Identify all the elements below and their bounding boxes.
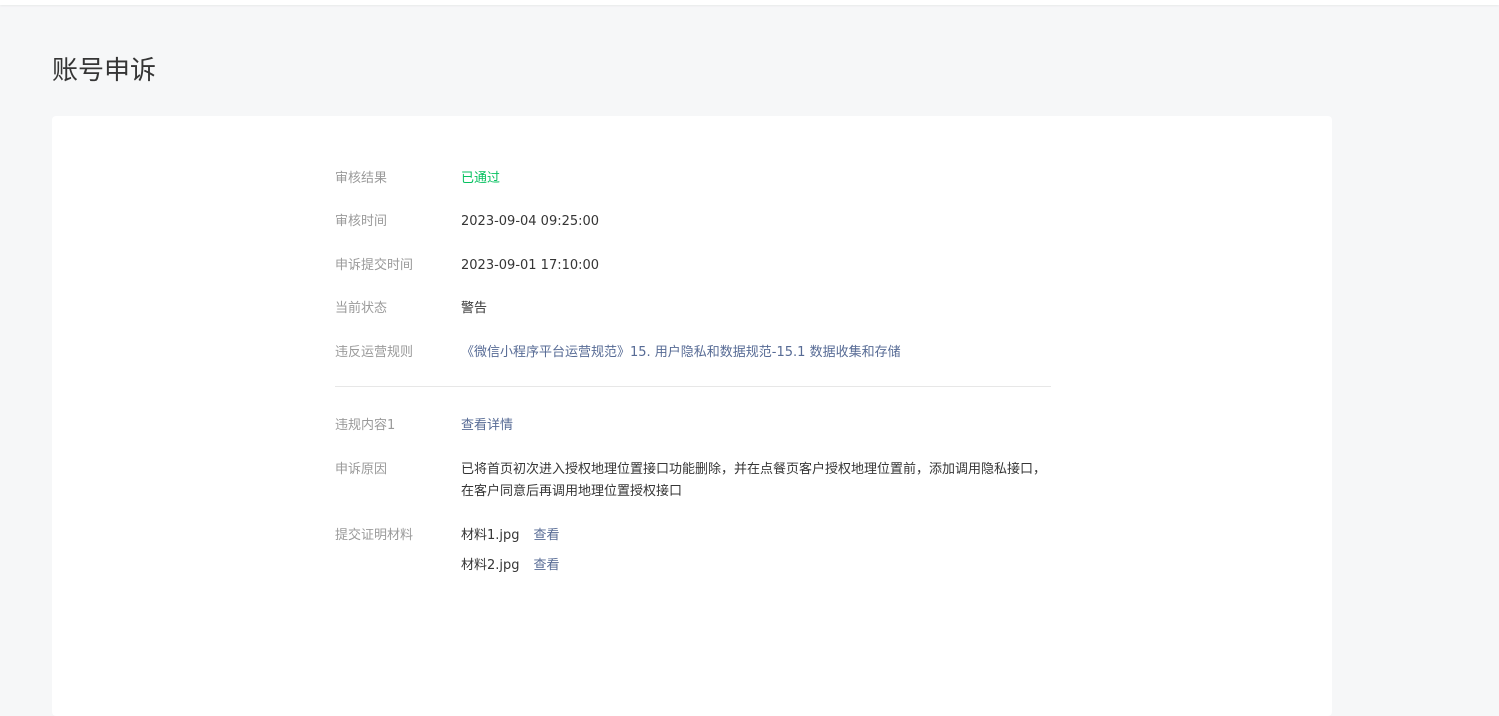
materials-row: 提交证明材料 材料1.jpg 查看 材料2.jpg 查看 [335, 525, 1051, 577]
review-result-label: 审核结果 [335, 171, 388, 186]
review-time-row: 审核时间 2023-09-04 09:25:00 [335, 211, 1051, 233]
violation-content-label: 违规内容1 [335, 418, 396, 433]
appeal-detail-card: 审核结果 已通过 审核时间 2023-09-04 09:25:00 申诉提交时间… [52, 116, 1332, 716]
appeal-reason-value: 已将首页初次进入授权地理位置接口功能删除，并在点餐页客户授权地理位置前，添加调用… [461, 462, 1047, 499]
page-title: 账号申诉 [52, 56, 157, 86]
current-status-value: 警告 [461, 301, 488, 316]
top-bar [0, 0, 1499, 5]
current-status-row: 当前状态 警告 [335, 298, 1051, 320]
violated-rule-row: 违反运营规则 《微信小程序平台运营规范》15. 用户隐私和数据规范-15.1 数… [335, 342, 1051, 364]
materials-list: 材料1.jpg 查看 材料2.jpg 查看 [461, 525, 1051, 577]
material-file-name: 材料1.jpg [461, 528, 520, 543]
appeal-reason-row: 申诉原因 已将首页初次进入授权地理位置接口功能删除，并在点餐页客户授权地理位置前… [335, 459, 1051, 503]
review-result-value: 已通过 [461, 171, 501, 186]
material-file-name: 材料2.jpg [461, 558, 520, 573]
submit-time-label: 申诉提交时间 [335, 258, 414, 273]
material-item: 材料1.jpg 查看 [461, 525, 1051, 547]
material-view-link[interactable]: 查看 [534, 555, 560, 577]
materials-label: 提交证明材料 [335, 528, 414, 543]
violated-rule-link[interactable]: 《微信小程序平台运营规范》15. 用户隐私和数据规范-15.1 数据收集和存储 [461, 342, 1051, 364]
review-time-label: 审核时间 [335, 214, 388, 229]
material-view-link[interactable]: 查看 [534, 525, 560, 547]
review-result-row: 审核结果 已通过 [335, 168, 1051, 190]
appeal-detail-content: 审核结果 已通过 审核时间 2023-09-04 09:25:00 申诉提交时间… [335, 168, 1051, 577]
submit-time-row: 申诉提交时间 2023-09-01 17:10:00 [335, 255, 1051, 277]
current-status-label: 当前状态 [335, 301, 388, 316]
view-details-link[interactable]: 查看详情 [461, 415, 1051, 437]
violation-content-row: 违规内容1 查看详情 [335, 415, 1051, 437]
violated-rule-label: 违反运营规则 [335, 345, 414, 360]
section-divider [335, 386, 1051, 387]
submit-time-value: 2023-09-01 17:10:00 [461, 258, 600, 273]
material-item: 材料2.jpg 查看 [461, 555, 1051, 577]
appeal-reason-label: 申诉原因 [335, 462, 388, 477]
review-time-value: 2023-09-04 09:25:00 [461, 214, 600, 229]
